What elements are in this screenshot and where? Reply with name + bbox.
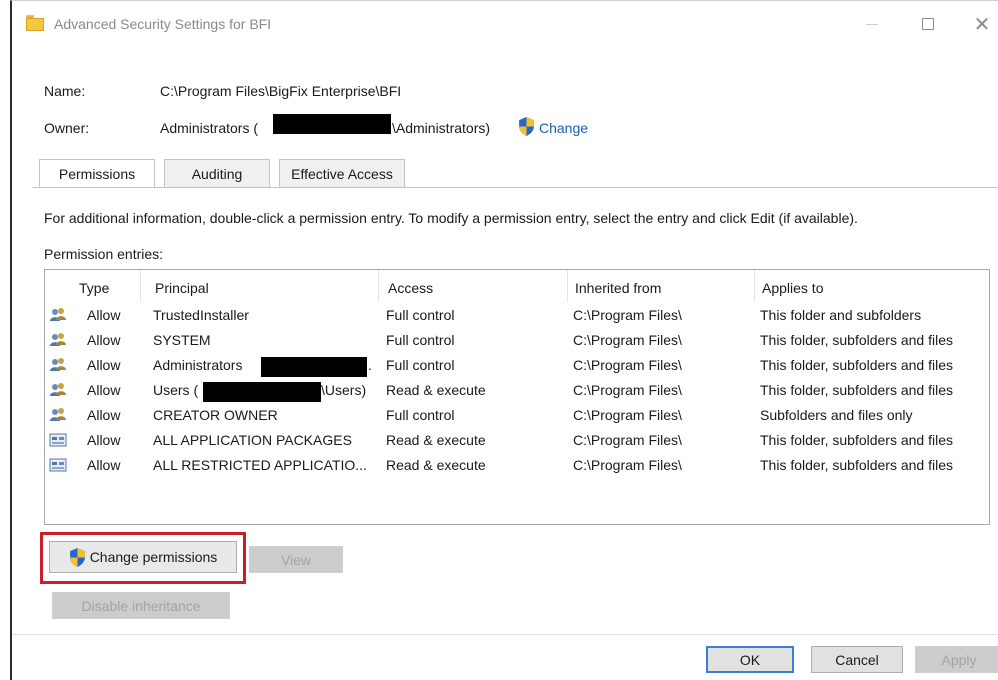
apply-button[interactable]: Apply: [915, 646, 998, 673]
cell-inherited-from: C:\Program Files\: [573, 457, 682, 473]
folder-icon: [26, 15, 44, 31]
cell-inherited-from: C:\Program Files\: [573, 332, 682, 348]
cell-principal: TrustedInstaller: [153, 307, 249, 323]
owner-value-suffix: \Administrators): [392, 120, 491, 136]
cell-type: Allow: [87, 407, 121, 423]
cell-access: Full control: [386, 357, 455, 373]
window-title: Advanced Security Settings for BFI: [54, 16, 272, 32]
change-permissions-button[interactable]: Change permissions: [49, 541, 237, 573]
cell-principal: CREATOR OWNER: [153, 407, 278, 423]
advanced-security-window: Advanced Security Settings for BFI ✕ Nam…: [10, 0, 998, 680]
principal-redaction: [203, 382, 321, 402]
table-row[interactable]: Allow ALL APPLICATION PACKAGES Read & ex…: [45, 429, 989, 454]
table-row[interactable]: Allow Users ( \Users) Read & execute C:\…: [45, 379, 989, 404]
permission-entries-label: Permission entries:: [44, 246, 164, 262]
table-row[interactable]: Allow ALL RESTRICTED APPLICATIO... Read …: [45, 454, 989, 479]
column-header-inherited-from[interactable]: Inherited from: [569, 270, 755, 302]
title-bar: Advanced Security Settings for BFI ✕: [12, 1, 998, 49]
app-packages-icon: [49, 458, 67, 472]
minimize-icon[interactable]: [852, 9, 892, 39]
column-header-access[interactable]: Access: [382, 270, 568, 302]
footer-divider: [12, 634, 998, 635]
tab-auditing[interactable]: Auditing: [164, 159, 270, 187]
cell-access: Full control: [386, 332, 455, 348]
table-row[interactable]: Allow TrustedInstaller Full control C:\P…: [45, 304, 989, 329]
uac-shield-icon: [519, 117, 534, 136]
cell-applies-to: Subfolders and files only: [760, 407, 913, 423]
column-header-type[interactable]: Type: [73, 270, 141, 302]
cell-inherited-from: C:\Program Files\: [573, 357, 682, 373]
table-row[interactable]: Allow Administrators . Full control C:\P…: [45, 354, 989, 379]
column-header-principal[interactable]: Principal: [149, 270, 379, 302]
close-icon[interactable]: ✕: [962, 9, 998, 39]
users-icon: [50, 408, 66, 421]
change-owner-link[interactable]: Change: [539, 120, 588, 136]
cell-principal-suffix: .: [368, 357, 372, 373]
principal-redaction: [261, 357, 367, 377]
owner-value: Administrators (: [160, 120, 259, 136]
cell-principal-suffix: \Users): [321, 382, 367, 398]
app-packages-icon: [49, 433, 67, 447]
uac-shield-icon: [69, 547, 85, 567]
permission-entries-list[interactable]: Type Principal Access Inherited from App…: [44, 269, 990, 525]
users-icon: [50, 333, 66, 346]
cell-principal: ALL APPLICATION PACKAGES: [153, 432, 352, 448]
view-button[interactable]: View: [249, 546, 343, 573]
cell-inherited-from: C:\Program Files\: [573, 432, 682, 448]
cell-applies-to: This folder, subfolders and files: [760, 332, 953, 348]
instructions-text: For additional information, double-click…: [44, 210, 858, 226]
cell-applies-to: This folder, subfolders and files: [760, 382, 953, 398]
table-row[interactable]: Allow SYSTEM Full control C:\Program Fil…: [45, 329, 989, 354]
cancel-button[interactable]: Cancel: [811, 646, 903, 673]
disable-inheritance-button[interactable]: Disable inheritance: [52, 592, 230, 619]
cell-type: Allow: [87, 432, 121, 448]
tab-permissions[interactable]: Permissions: [39, 159, 155, 188]
cell-access: Read & execute: [386, 382, 486, 398]
cell-access: Full control: [386, 307, 455, 323]
cell-type: Allow: [87, 332, 121, 348]
column-header-applies-to[interactable]: Applies to: [756, 270, 988, 302]
cell-applies-to: This folder, subfolders and files: [760, 357, 953, 373]
cell-applies-to: This folder and subfolders: [760, 307, 922, 323]
cell-type: Allow: [87, 357, 121, 373]
name-value: C:\Program Files\BigFix Enterprise\BFI: [160, 83, 402, 99]
owner-label: Owner:: [44, 120, 90, 136]
cell-type: Allow: [87, 457, 121, 473]
name-label: Name:: [44, 83, 86, 99]
cell-principal: SYSTEM: [153, 332, 211, 348]
tab-divider: [32, 187, 998, 188]
tab-effective-access[interactable]: Effective Access: [279, 159, 405, 187]
cell-inherited-from: C:\Program Files\: [573, 307, 682, 323]
cell-access: Read & execute: [386, 457, 486, 473]
cell-principal: Users (: [153, 382, 199, 398]
change-permissions-label: Change permissions: [89, 549, 218, 565]
cell-applies-to: This folder, subfolders and files: [760, 457, 953, 473]
users-icon: [50, 358, 66, 371]
ok-button[interactable]: OK: [706, 646, 794, 673]
table-row[interactable]: Allow CREATOR OWNER Full control C:\Prog…: [45, 404, 989, 429]
users-icon: [50, 383, 66, 396]
cell-principal: ALL RESTRICTED APPLICATIO...: [153, 457, 367, 473]
cell-inherited-from: C:\Program Files\: [573, 382, 682, 398]
cell-type: Allow: [87, 382, 121, 398]
owner-redaction: [273, 114, 391, 134]
cell-applies-to: This folder, subfolders and files: [760, 432, 953, 448]
cell-type: Allow: [87, 307, 121, 323]
cell-access: Full control: [386, 407, 455, 423]
cell-principal: Administrators: [153, 357, 243, 373]
cell-inherited-from: C:\Program Files\: [573, 407, 682, 423]
cell-access: Read & execute: [386, 432, 486, 448]
users-icon: [50, 308, 66, 321]
maximize-icon[interactable]: [908, 9, 948, 39]
